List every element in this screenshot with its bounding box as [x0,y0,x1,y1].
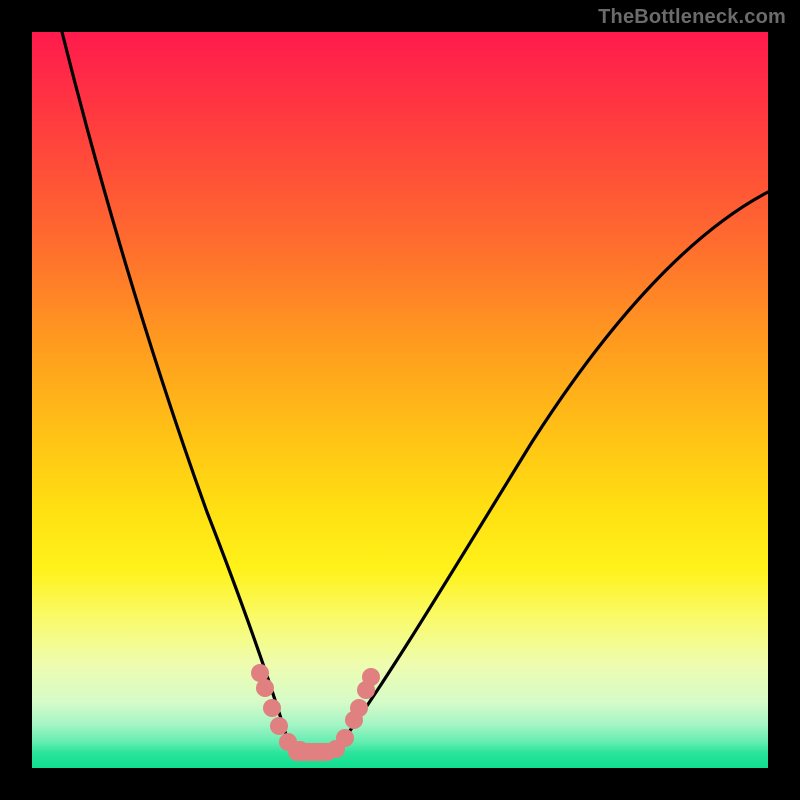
watermark-text: TheBottleneck.com [598,6,786,29]
chart-svg [32,32,768,768]
right-curve [342,192,768,742]
bottom-marker-band [251,664,380,761]
left-curve [62,32,287,738]
chart-plot-area [32,32,768,768]
chart-frame: TheBottleneck.com [0,0,800,800]
